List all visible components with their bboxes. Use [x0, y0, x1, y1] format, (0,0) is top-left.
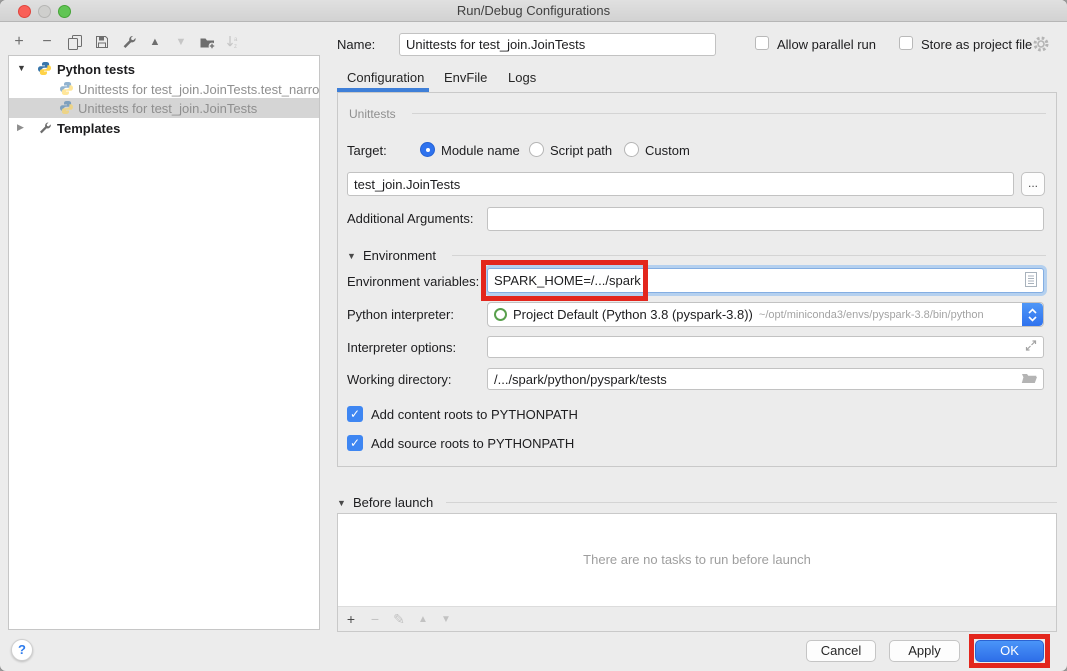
allow-parallel-run-checkbox[interactable] — [755, 36, 769, 50]
radio-custom[interactable] — [624, 142, 639, 157]
environment-variables-value: SPARK_HOME=/.../spark — [494, 273, 641, 288]
name-input[interactable]: Unittests for test_join.JoinTests — [399, 33, 716, 56]
tree-item-label[interactable]: Unittests for test_join.JoinTests.test_n… — [78, 82, 319, 97]
move-up-icon[interactable]: ▲ — [144, 31, 166, 53]
tree-collapsed-icon[interactable]: ▶ — [17, 122, 24, 133]
tree-item-templates[interactable]: ▶ Templates — [9, 118, 319, 138]
interpreter-options-input[interactable] — [487, 336, 1044, 358]
python-interpreter-select[interactable]: Project Default (Python 3.8 (pyspark-3.8… — [487, 302, 1044, 327]
additional-arguments-input[interactable] — [487, 207, 1044, 231]
before-launch-add-icon[interactable]: + — [340, 606, 362, 632]
svg-text:a: a — [234, 37, 238, 43]
radio-script-path-label[interactable]: Script path — [550, 143, 612, 158]
copy-configuration-icon[interactable] — [64, 31, 86, 53]
tree-item-label[interactable]: Templates — [57, 121, 120, 136]
remove-configuration-icon[interactable]: − — [36, 31, 58, 53]
edit-templates-icon[interactable] — [118, 31, 140, 53]
python-icon — [59, 81, 74, 96]
environment-variables-input[interactable]: SPARK_HOME=/.../spark — [487, 268, 1044, 293]
before-launch-edit-icon: ✎ — [388, 606, 410, 632]
add-content-roots-checkbox[interactable]: ✓ — [347, 406, 363, 422]
floppy-icon — [94, 34, 110, 50]
radio-script-path[interactable] — [529, 142, 544, 157]
before-launch-remove-icon: − — [364, 606, 386, 632]
allow-parallel-run-label: Allow parallel run — [777, 37, 876, 52]
name-label: Name: — [337, 37, 375, 52]
radio-custom-label[interactable]: Custom — [645, 143, 690, 158]
python-interpreter-path: ~/opt/miniconda3/envs/pyspark-3.8/bin/py… — [759, 309, 984, 321]
run-debug-configurations-dialog: Run/Debug Configurations + − ▲ ▼ az ▼ Py… — [0, 0, 1067, 671]
environment-collapse-icon[interactable]: ▼ — [347, 251, 356, 261]
interpreter-options-label: Interpreter options: — [347, 340, 456, 355]
tree-item-unittests-test-narrow[interactable]: Unittests for test_join.JoinTests.test_n… — [9, 79, 319, 99]
target-input[interactable]: test_join.JoinTests — [347, 172, 1014, 196]
additional-arguments-label: Additional Arguments: — [347, 211, 473, 226]
tree-item-label[interactable]: Unittests for test_join.JoinTests — [78, 101, 257, 116]
configurations-tree: ▼ Python tests Unittests for test_join.J… — [8, 55, 320, 630]
python-icon — [37, 61, 52, 76]
target-value: test_join.JoinTests — [354, 177, 460, 192]
target-label: Target: — [347, 143, 387, 158]
folder-icon[interactable] — [1021, 371, 1038, 388]
python-interpreter-value: Project Default (Python 3.8 (pyspark-3.8… — [513, 307, 753, 322]
save-configuration-icon[interactable] — [91, 31, 113, 53]
add-configuration-icon[interactable]: + — [8, 31, 30, 53]
group-divider — [412, 113, 1046, 114]
before-launch-collapse-icon[interactable]: ▼ — [337, 498, 346, 508]
working-directory-value: /.../spark/python/pyspark/tests — [494, 372, 667, 387]
radio-module-name[interactable] — [420, 142, 435, 157]
wrench-icon — [121, 34, 137, 50]
tree-item-unittests-jointests-selected[interactable]: Unittests for test_join.JoinTests — [9, 98, 319, 118]
new-folder-icon[interactable] — [196, 31, 218, 53]
combo-stepper-icon[interactable] — [1022, 303, 1043, 326]
add-content-roots-label[interactable]: Add content roots to PYTHONPATH — [371, 407, 578, 422]
add-source-roots-label[interactable]: Add source roots to PYTHONPATH — [371, 436, 574, 451]
store-as-project-file-checkbox[interactable] — [899, 36, 913, 50]
apply-button[interactable]: Apply — [889, 640, 960, 662]
active-tab-underline — [337, 88, 429, 92]
expand-field-icon[interactable] — [1024, 339, 1038, 356]
conda-env-icon — [494, 308, 507, 321]
before-launch-empty-message: There are no tasks to run before launch — [338, 552, 1056, 567]
working-directory-label: Working directory: — [347, 372, 452, 387]
store-as-project-file-label: Store as project file — [921, 37, 1032, 52]
move-down-icon: ▼ — [170, 31, 192, 53]
copy-icon — [67, 34, 83, 50]
window-title: Run/Debug Configurations — [0, 3, 1067, 18]
before-launch-panel: There are no tasks to run before launch … — [337, 513, 1057, 632]
group-divider — [452, 255, 1046, 256]
before-launch-move-down-icon: ▼ — [435, 606, 457, 632]
group-divider — [446, 502, 1057, 503]
environment-variables-label: Environment variables: — [347, 274, 479, 289]
sort-configurations-icon: az — [222, 31, 244, 53]
add-source-roots-checkbox[interactable]: ✓ — [347, 435, 363, 451]
title-bar: Run/Debug Configurations — [0, 0, 1067, 22]
cancel-button[interactable]: Cancel — [806, 640, 876, 662]
sort-az-icon: az — [225, 34, 241, 50]
unittests-group-title: Unittests — [349, 107, 396, 121]
edit-variables-icon[interactable] — [1024, 271, 1038, 290]
tab-logs[interactable]: Logs — [508, 70, 536, 92]
folder-add-icon — [199, 34, 216, 50]
python-interpreter-label: Python interpreter: — [347, 307, 454, 322]
working-directory-input[interactable]: /.../spark/python/pyspark/tests — [487, 368, 1044, 390]
ok-button[interactable]: OK — [975, 640, 1044, 662]
python-icon — [59, 100, 74, 115]
tree-item-label[interactable]: Python tests — [57, 62, 135, 77]
before-launch-title: Before launch — [353, 495, 433, 510]
before-launch-move-up-icon: ▲ — [412, 606, 434, 632]
wrench-icon — [38, 121, 53, 136]
name-value: Unittests for test_join.JoinTests — [406, 37, 585, 52]
radio-module-name-label[interactable]: Module name — [441, 143, 520, 158]
browse-button[interactable]: ... — [1021, 172, 1045, 196]
gear-icon[interactable] — [1032, 35, 1050, 53]
help-button[interactable]: ? — [11, 639, 33, 661]
svg-text:z: z — [234, 44, 237, 50]
tree-expanded-icon[interactable]: ▼ — [17, 63, 26, 73]
tab-envfile[interactable]: EnvFile — [444, 70, 487, 92]
environment-section-title: Environment — [363, 248, 436, 263]
tree-item-python-tests[interactable]: ▼ Python tests — [9, 59, 319, 79]
